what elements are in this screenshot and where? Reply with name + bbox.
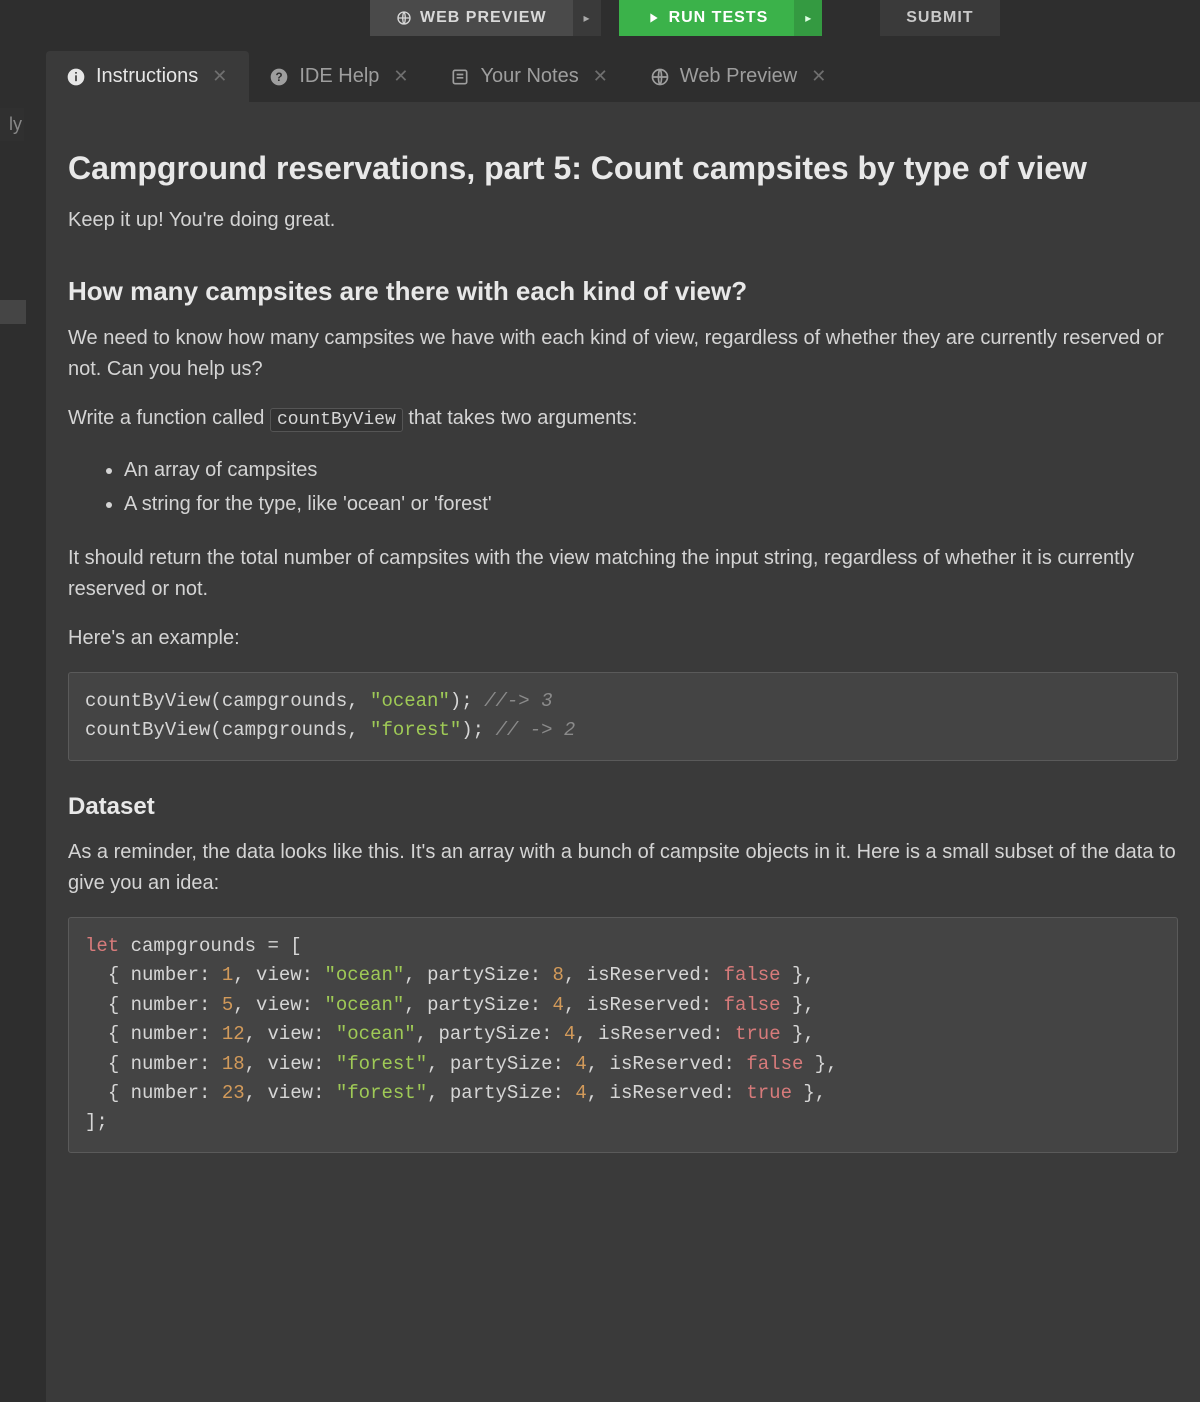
run-tests-label: RUN TESTS [669,9,769,27]
note-icon [450,67,470,87]
instructions-panel: Campground reservations, part 5: Count c… [46,102,1200,1402]
globe-icon [650,67,670,87]
text-run: Write a function called [68,407,270,429]
code-token: //-> 3 [484,690,552,712]
code-token: countByView(campgrounds, [85,690,370,712]
question-circle-icon: ? [269,67,289,87]
paragraph: Write a function called countByView that… [68,403,1178,435]
run-tests-button[interactable]: RUN TESTS [619,0,795,36]
list-item: An array of campsites [124,453,1178,487]
tab-web-preview[interactable]: Web Preview ✕ [630,51,849,102]
arguments-list: An array of campsites A string for the t… [124,453,1178,521]
play-icon [645,10,661,26]
tab-instructions[interactable]: Instructions ✕ [46,51,249,102]
page-title: Campground reservations, part 5: Count c… [68,150,1178,187]
dropdown-caret[interactable]: ▸ [573,0,601,36]
paragraph: It should return the total number of cam… [68,543,1178,605]
code-token: ); [450,690,484,712]
dataset-code-block: let campgrounds = [ { number: 1, view: "… [68,917,1178,1153]
close-icon[interactable]: ✕ [811,66,826,87]
intro-text: Keep it up! You're doing great. [68,205,1178,236]
tab-label: Web Preview [680,65,797,88]
globe-icon [396,10,412,26]
code-token: // -> 2 [495,719,575,741]
paragraph: Here's an example: [68,623,1178,654]
list-item: A string for the type, like 'ocean' or '… [124,487,1178,521]
code-token: ); [461,719,495,741]
paragraph: We need to know how many campsites we ha… [68,323,1178,385]
dropdown-caret[interactable]: ▸ [794,0,822,36]
tab-bar: Instructions ✕ ? IDE Help ✕ Your Notes ✕… [0,36,1200,102]
left-gutter-fragment: ly [0,108,24,141]
close-icon[interactable]: ✕ [593,66,608,87]
top-action-bar: WEB PREVIEW ▸ RUN TESTS ▸ SUBMIT [0,0,1200,36]
code-token: "forest" [370,719,461,741]
tab-label: Your Notes [480,65,578,88]
code-token: "ocean" [370,690,450,712]
paragraph: As a reminder, the data looks like this.… [68,837,1178,899]
tab-ide-help[interactable]: ? IDE Help ✕ [249,51,430,102]
tab-label: IDE Help [299,65,379,88]
section-heading: How many campsites are there with each k… [68,276,1178,307]
close-icon[interactable]: ✕ [393,66,408,87]
svg-text:?: ? [276,71,283,84]
web-preview-label: WEB PREVIEW [420,9,547,27]
inline-code: countByView [270,408,403,432]
tab-label: Instructions [96,65,198,88]
info-circle-icon [66,67,86,87]
text-run: that takes two arguments: [403,407,638,429]
web-preview-button[interactable]: WEB PREVIEW [370,0,573,36]
submit-button[interactable]: SUBMIT [880,0,999,36]
submit-label: SUBMIT [906,9,973,27]
example-code-block: countByView(campgrounds, "ocean"); //-> … [68,672,1178,761]
left-gutter-highlight [0,300,26,324]
close-icon[interactable]: ✕ [212,66,227,87]
tab-your-notes[interactable]: Your Notes ✕ [430,51,629,102]
code-token: countByView(campgrounds, [85,719,370,741]
dataset-heading: Dataset [68,793,1178,821]
